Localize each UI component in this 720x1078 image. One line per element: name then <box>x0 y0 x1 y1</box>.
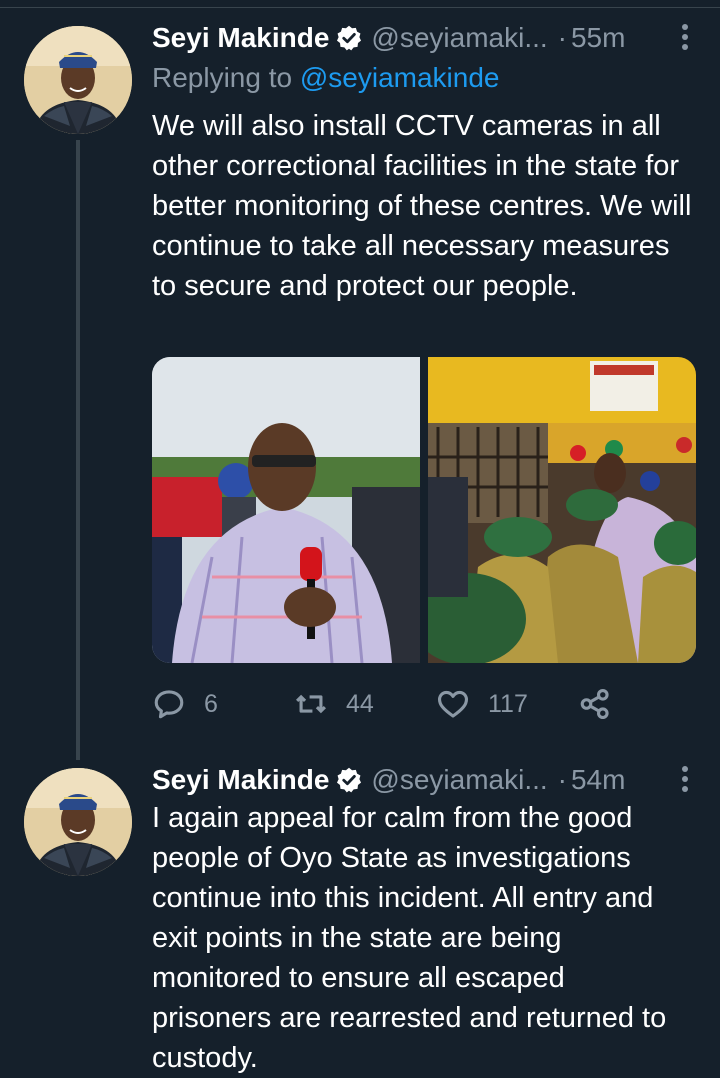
like-count: 117 <box>488 689 528 718</box>
timestamp[interactable]: 54m <box>571 764 625 796</box>
retweet-icon <box>296 694 326 714</box>
replying-to-mention[interactable]: @seyiamakinde <box>300 62 500 93</box>
photo-speaker-with-microphone[interactable] <box>152 357 420 663</box>
photo-crowd-with-officers[interactable] <box>428 357 696 663</box>
share-button[interactable] <box>578 687 612 721</box>
retweet-count: 44 <box>346 689 374 718</box>
tweet-actions: 6 44 117 <box>152 684 622 724</box>
verified-badge-icon <box>337 25 362 51</box>
reply-count: 6 <box>204 689 218 718</box>
tweet-text: We will also install CCTV cameras in all… <box>152 110 692 302</box>
reply-icon <box>154 690 184 719</box>
author-handle[interactable]: @seyiamaki... <box>371 22 547 54</box>
heart-icon <box>437 690 469 718</box>
like-button[interactable]: 117 <box>436 687 578 721</box>
verified-badge-icon <box>337 767 362 793</box>
tweet[interactable]: Seyi Makinde @seyiamaki... · 54m I again… <box>0 760 720 1078</box>
replying-to-label: Replying to <box>152 62 293 93</box>
separator-dot: · <box>557 22 567 53</box>
timestamp[interactable]: 55m <box>571 22 625 54</box>
author-name[interactable]: Seyi Makinde <box>152 22 329 54</box>
avatar[interactable] <box>24 26 132 134</box>
tweet-text: I again appeal for calm from the good pe… <box>152 802 667 1074</box>
replying-to: Replying to @seyiamakinde <box>152 62 500 94</box>
author-handle[interactable]: @seyiamaki... <box>371 764 547 796</box>
tweet[interactable]: Seyi Makinde @seyiamaki... · 55m Replyin… <box>0 0 720 760</box>
avatar[interactable] <box>24 768 132 876</box>
tweet-header: Seyi Makinde @seyiamaki... · 55m <box>152 18 690 58</box>
thread-line <box>76 140 80 760</box>
author-name[interactable]: Seyi Makinde <box>152 764 329 796</box>
share-icon <box>580 688 609 720</box>
tweet-media[interactable] <box>152 357 696 663</box>
tweet-header: Seyi Makinde @seyiamaki... · 54m <box>152 760 690 800</box>
retweet-button[interactable]: 44 <box>294 687 436 721</box>
reply-button[interactable]: 6 <box>152 687 294 721</box>
more-vertical-icon[interactable] <box>680 24 690 52</box>
more-vertical-icon[interactable] <box>680 766 690 794</box>
separator-dot: · <box>557 764 567 795</box>
